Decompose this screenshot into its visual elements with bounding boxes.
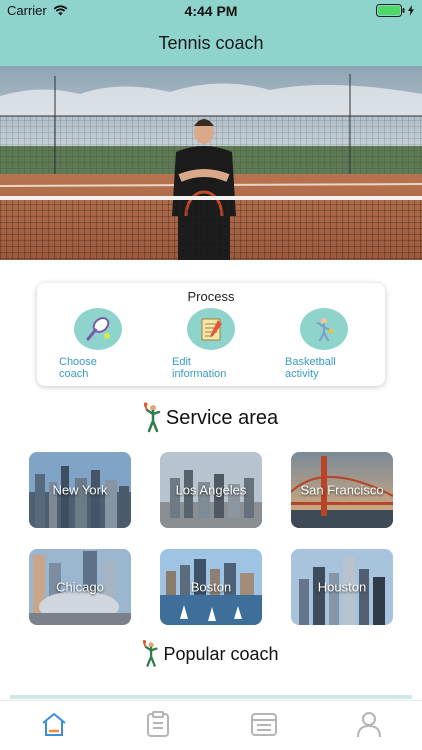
step-label-line2: information [172,368,227,380]
step-label-line2: activity [285,368,319,380]
tab-schedule[interactable] [246,706,282,742]
nav-bar: Carrier 4:44 PM Tennis coach [0,0,422,66]
process-step-choose-coach[interactable]: Choose coach [53,308,143,380]
step-label-line1: Edit [172,356,191,368]
process-step-label: Choose coach [53,356,143,380]
city-tile-los-angeles[interactable]: Los Angeles [160,452,262,528]
status-bar: Carrier 4:44 PM [0,0,422,22]
profile-tab-icon [357,712,381,738]
city-tile-san-francisco[interactable]: San Francisco [291,452,393,528]
tab-profile[interactable] [351,706,387,742]
schedule-tab-icon [251,713,277,736]
city-tile-chicago[interactable]: Chicago [29,549,131,625]
process-card: Process Choose coach Edit information Ba… [37,283,385,386]
battery-icon [376,4,414,17]
city-name: San Francisco [300,482,384,498]
city-name: New York [52,482,108,498]
step-label-line2: coach [59,368,89,380]
service-area-header: Service area [0,402,422,434]
tennis-racket-icon [74,308,122,350]
step-label-line1: Choose [59,356,97,368]
popular-coach-title: Popular coach [163,643,279,664]
process-step-basketball-activity[interactable]: Basketball activity [279,308,369,380]
city-name: Houston [317,579,367,595]
service-area-title: Service area [165,406,279,429]
tennis-player-icon [143,640,159,667]
home-tab-icon [42,713,66,736]
tab-orders[interactable] [140,706,176,742]
process-step-label: Basketball activity [279,356,369,380]
process-step-label: Edit information [166,356,256,380]
tab-home[interactable] [36,706,72,742]
hero-banner-image[interactable] [0,66,422,260]
city-tile-houston[interactable]: Houston [291,549,393,625]
notebook-icon [187,308,235,350]
city-tile-boston[interactable]: Boston [160,549,262,625]
city-name: Boston [190,579,232,595]
process-title: Process [187,289,235,304]
city-tile-new-york[interactable]: New York [29,452,131,528]
tab-bar [0,700,422,750]
city-name: Chicago [56,579,104,595]
popular-coach-list-edge [10,695,412,699]
step-label-line1: Basketball [285,356,336,368]
page-title: Tennis coach [158,33,264,53]
status-time: 4:44 PM [184,3,238,19]
process-step-edit-information[interactable]: Edit information [166,308,256,380]
popular-coach-header: Popular coach [0,639,422,669]
orders-tab-icon [147,711,169,737]
tennis-player-icon [143,402,161,433]
activity-icon [300,308,348,350]
city-name: Los Angeles [175,482,247,498]
